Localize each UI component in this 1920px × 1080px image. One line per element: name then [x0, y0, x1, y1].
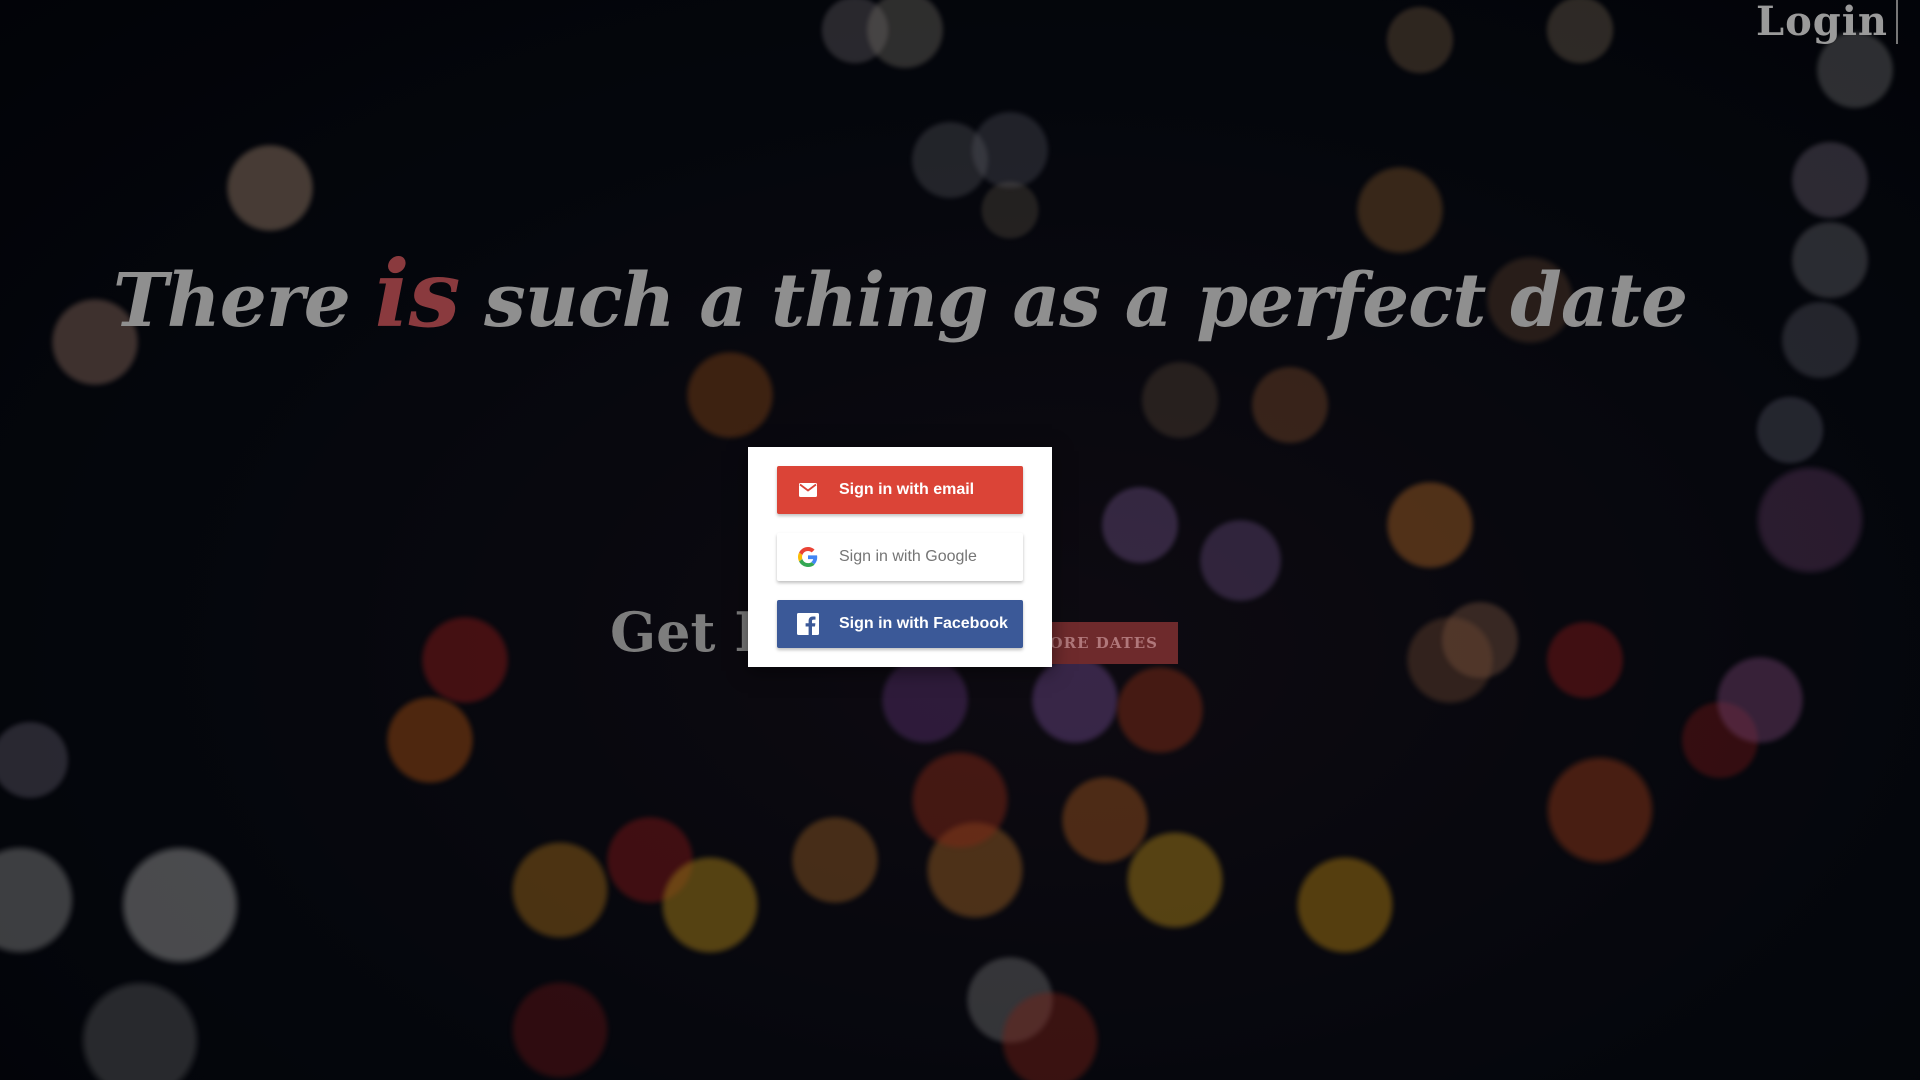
login-link[interactable]: Login: [1756, 0, 1898, 44]
headline-text-start: There: [112, 258, 375, 344]
mail-icon: [797, 479, 819, 501]
sign-in-facebook-label: Sign in with Facebook: [839, 615, 1008, 632]
sign-in-google-button[interactable]: Sign in with Google: [777, 533, 1023, 581]
sign-in-modal: Sign in with email Sign in with Google S…: [748, 447, 1052, 667]
sign-in-email-label: Sign in with email: [839, 481, 975, 498]
headline-text-end: such a thing as a perfect date: [459, 258, 1688, 344]
sign-in-facebook-button[interactable]: Sign in with Facebook: [777, 600, 1023, 648]
headline-accent: is: [374, 240, 461, 348]
facebook-icon: [797, 613, 819, 635]
sign-in-google-label: Sign in with Google: [839, 548, 977, 565]
hero-headline: There is such a thing as a perfect date: [0, 240, 1800, 348]
google-icon: [797, 546, 819, 568]
landing-page: Login There is such a thing as a perfect…: [0, 0, 1920, 1080]
sign-in-email-button[interactable]: Sign in with email: [777, 466, 1023, 514]
